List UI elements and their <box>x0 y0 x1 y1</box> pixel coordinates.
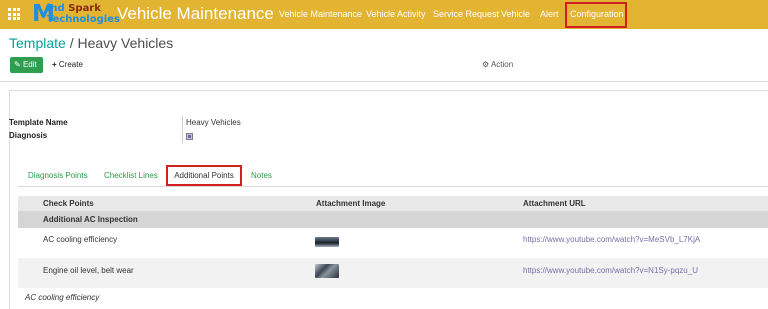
configuration-highlight-box <box>565 2 627 28</box>
attachment-image-thumbnail[interactable] <box>315 237 339 247</box>
table-header: Check Points Attachment Image Attachment… <box>18 196 768 212</box>
menu-vehicle[interactable]: Vehicle <box>501 0 530 29</box>
top-navbar: M ind Spark Technologies Vehicle Mainten… <box>0 0 768 29</box>
diagnosis-label: Diagnosis <box>9 131 48 140</box>
diagnosis-checkbox[interactable] <box>186 133 193 140</box>
create-button[interactable]: + Create <box>52 57 83 73</box>
template-name-value: Heavy Vehicles <box>186 118 241 127</box>
check-point-cell: Engine oil level, belt wear <box>43 266 134 275</box>
gear-icon: ⚙ <box>482 60 490 69</box>
breadcrumb-separator: / <box>69 35 74 51</box>
apps-grid-icon[interactable] <box>8 8 20 20</box>
breadcrumb: Template / Heavy Vehicles <box>9 35 173 51</box>
template-name-label: Template Name <box>9 118 68 127</box>
menu-vehicle-maintenance[interactable]: Vehicle Maintenance <box>279 0 362 29</box>
pencil-icon: ✎ <box>14 60 21 69</box>
breadcrumb-parent[interactable]: Template <box>9 35 66 51</box>
column-attachment-image[interactable]: Attachment Image <box>316 196 385 212</box>
breadcrumb-current: Heavy Vehicles <box>77 35 174 51</box>
table-row[interactable]: AC cooling efficiency https://www.youtub… <box>18 228 768 258</box>
app-title: Vehicle Maintenance <box>117 4 274 23</box>
attachment-url-link[interactable]: https://www.youtube.com/watch?v=MeSVb_L7… <box>523 235 700 244</box>
tab-diagnosis-points[interactable]: Diagnosis Points <box>28 166 88 185</box>
menu-alert[interactable]: Alert <box>540 0 559 29</box>
column-check-points[interactable]: Check Points <box>43 196 94 212</box>
table-row[interactable]: Engine oil level, belt wear https://www.… <box>18 258 768 288</box>
company-logo: M ind Spark Technologies <box>32 1 120 27</box>
section-row[interactable]: Additional AC Inspection <box>18 212 768 228</box>
action-button[interactable]: ⚙ Action <box>482 57 513 73</box>
menu-service-request[interactable]: Service Request <box>433 0 499 29</box>
note-row-text: AC cooling efficiency <box>25 293 100 302</box>
control-panel-divider <box>0 81 768 82</box>
plus-icon: + <box>52 60 57 69</box>
field-separator <box>182 130 183 143</box>
tab-notes[interactable]: Notes <box>251 166 272 185</box>
edit-button[interactable]: ✎ Edit <box>10 57 43 73</box>
tab-underline <box>18 186 768 187</box>
attachment-url-link[interactable]: https://www.youtube.com/watch?v=N1Sy-pqz… <box>523 266 698 275</box>
field-separator <box>182 116 183 129</box>
section-title: Additional AC Inspection <box>43 215 138 224</box>
tab-additional-points[interactable]: Additional Points <box>166 165 242 186</box>
column-attachment-url[interactable]: Attachment URL <box>523 196 586 212</box>
check-point-cell: AC cooling efficiency <box>43 235 118 244</box>
attachment-image-thumbnail[interactable] <box>315 264 339 278</box>
menu-vehicle-activity[interactable]: Vehicle Activity <box>366 0 426 29</box>
tab-checklist-lines[interactable]: Checklist Lines <box>104 166 158 185</box>
